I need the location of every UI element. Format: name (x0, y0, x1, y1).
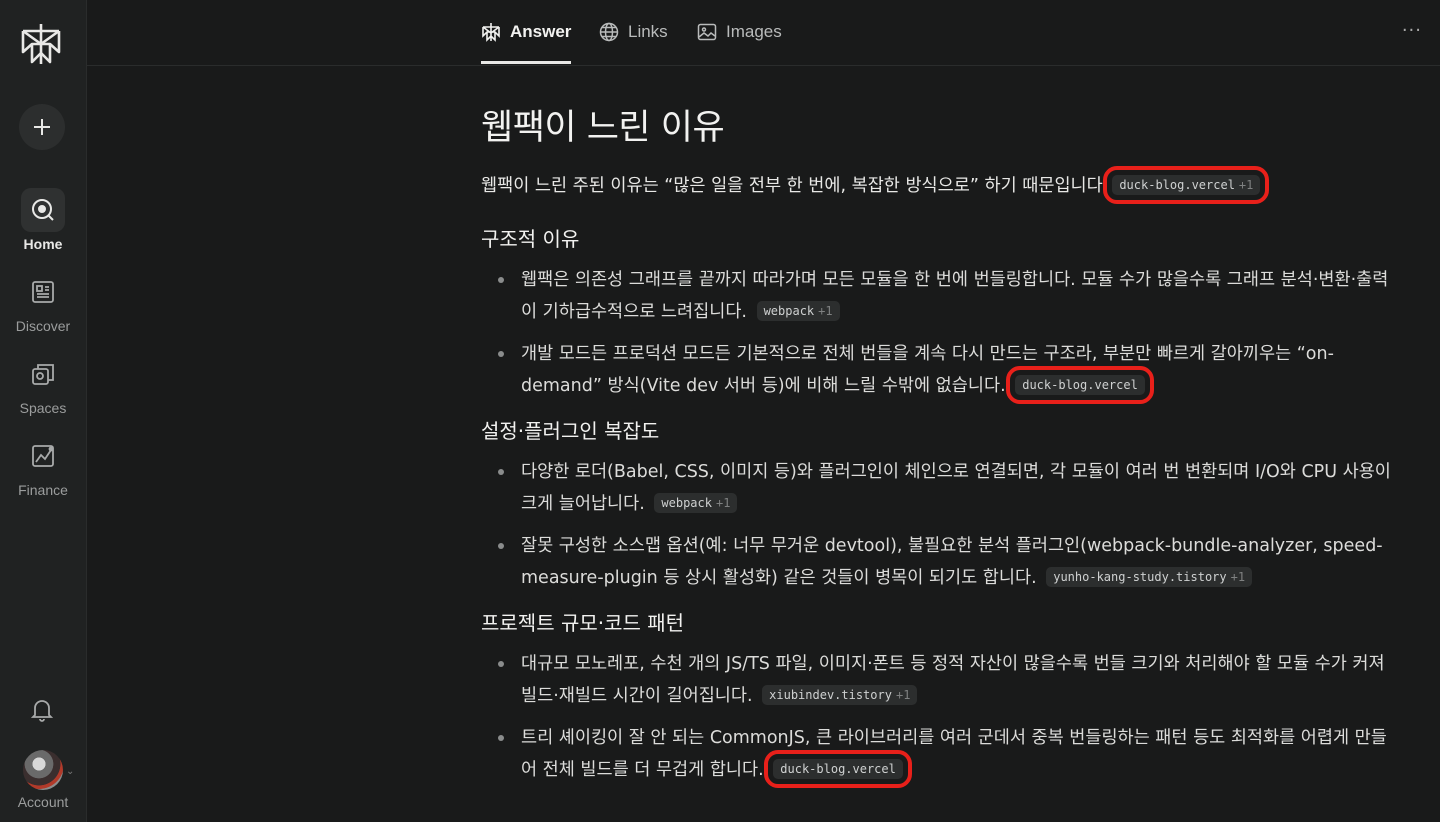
list-item: 트리 셰이킹이 잘 안 되는 CommonJS, 큰 라이브러리를 여러 군데서… (481, 722, 1393, 788)
sidebar-item-label: Finance (18, 482, 68, 498)
list-item: 잘못 구성한 소스맵 옵션(예: 너무 무거운 devtool), 불필요한 분… (481, 530, 1393, 594)
citation-source: yunho-kang-study.tistory (1053, 570, 1227, 584)
section-heading: 구조적 이유 (481, 227, 580, 251)
citation-badge[interactable]: yunho-kang-study.tistory +1 (1046, 567, 1253, 587)
tab-answer[interactable]: Answer (481, 0, 572, 64)
discover-icon (32, 281, 54, 303)
image-icon (697, 23, 717, 41)
chevron-down-icon: ⌄ (66, 766, 75, 777)
sidebar-item-label: Discover (15, 318, 71, 334)
bullet-list: 다양한 로더(Babel, CSS, 이미지 등)와 플러그인이 체인으로 연결… (481, 456, 1393, 594)
bullet-text: 웹팩은 의존성 그래프를 끝까지 따라가며 모든 모듈을 한 번에 번들링합니다… (521, 270, 1389, 322)
more-options-icon[interactable]: ··· (1402, 20, 1422, 41)
bell-icon[interactable] (31, 698, 53, 722)
citation-extra: +1 (818, 304, 833, 318)
bullet-list: 대규모 모노레포, 수천 개의 JS/TS 파일, 이미지·폰트 등 정적 자산… (481, 648, 1393, 788)
tab-images[interactable]: Images (697, 0, 782, 64)
citation-badge[interactable]: duck-blog.vercel (1006, 366, 1154, 404)
sidebar-item-label: Home (23, 236, 63, 252)
avatar[interactable] (23, 750, 63, 790)
citation-source: duck-blog.vercel (1119, 178, 1235, 192)
account-label: Account (17, 794, 69, 810)
sidebar-item-home[interactable]: Home (0, 188, 86, 252)
citation-source: xiubindev.tistory (769, 688, 892, 702)
citation-extra: +1 (1238, 178, 1254, 192)
home-search-icon (32, 199, 54, 221)
citation-source: duck-blog.vercel (780, 762, 896, 776)
citation-badge[interactable]: duck-blog.vercel +1 (1103, 166, 1270, 204)
bullet-text: 개발 모드든 프로덕션 모드든 기본적으로 전체 번들을 계속 다시 만드는 구… (521, 344, 1334, 396)
list-item: 다양한 로더(Babel, CSS, 이미지 등)와 플러그인이 체인으로 연결… (481, 456, 1393, 520)
list-item: 개발 모드든 프로덕션 모드든 기본적으로 전체 번들을 계속 다시 만드는 구… (481, 338, 1393, 404)
citation-badge[interactable]: webpack +1 (756, 301, 840, 321)
answer-title: 웹팩이 느린 이유 (481, 108, 725, 148)
answer-content: 웹팩이 느린 이유 웹팩이 느린 주된 이유는 “많은 일을 전부 한 번에, … (481, 100, 1393, 796)
citation-badge[interactable]: webpack +1 (654, 493, 738, 513)
tab-links[interactable]: Links (599, 0, 668, 64)
bullet-list: 웹팩은 의존성 그래프를 끝까지 따라가며 모든 모듈을 한 번에 번들링합니다… (481, 264, 1393, 404)
account-menu[interactable]: ⌄ Account (0, 750, 86, 810)
bullet-text: 트리 셰이킹이 잘 안 되는 CommonJS, 큰 라이브러리를 여러 군데서… (521, 728, 1387, 780)
intro-text: 웹팩이 느린 주된 이유는 “많은 일을 전부 한 번에, 복잡한 방식으로” … (481, 176, 1103, 196)
perplexity-logo-icon[interactable] (20, 22, 62, 66)
sidebar-item-discover[interactable]: Discover (0, 270, 86, 334)
sidebar-item-spaces[interactable]: Spaces (0, 352, 86, 416)
citation-badge[interactable]: xiubindev.tistory +1 (762, 685, 918, 705)
citation-extra: +1 (895, 688, 911, 702)
tab-label: Images (726, 22, 782, 41)
tab-label: Links (628, 22, 668, 41)
globe-icon (599, 22, 619, 42)
citation-source: webpack (763, 304, 815, 318)
sidebar: Home Discover Spaces Finance ⌄ Account (0, 0, 87, 822)
new-thread-button[interactable] (19, 104, 65, 150)
citation-extra: +1 (1230, 570, 1246, 584)
spaces-icon (32, 364, 54, 385)
bullet-text: 다양한 로더(Babel, CSS, 이미지 등)와 플러그인이 체인으로 연결… (521, 462, 1391, 514)
tab-label: Answer (510, 22, 572, 41)
citation-extra: +1 (715, 496, 731, 510)
finance-icon (32, 445, 54, 467)
answer-intro: 웹팩이 느린 주된 이유는 “많은 일을 전부 한 번에, 복잡한 방식으로” … (481, 166, 1393, 204)
sidebar-item-label: Spaces (19, 400, 67, 416)
plus-icon (34, 119, 50, 135)
sidebar-item-finance[interactable]: Finance (0, 434, 86, 498)
list-item: 웹팩은 의존성 그래프를 끝까지 따라가며 모든 모듈을 한 번에 번들링합니다… (481, 264, 1393, 328)
bullet-text: 대규모 모노레포, 수천 개의 JS/TS 파일, 이미지·폰트 등 정적 자산… (521, 654, 1385, 706)
citation-badge[interactable]: duck-blog.vercel (764, 750, 912, 788)
answer-tabs-bar: Answer Links Images ··· (87, 0, 1440, 66)
citation-source: duck-blog.vercel (1022, 378, 1138, 392)
section-heading: 설정·플러그인 복잡도 (481, 419, 660, 443)
bullet-text: 잘못 구성한 소스맵 옵션(예: 너무 무거운 devtool), 불필요한 분… (521, 536, 1383, 588)
section-heading: 프로젝트 규모·코드 패턴 (481, 611, 685, 635)
list-item: 대규모 모노레포, 수천 개의 JS/TS 파일, 이미지·폰트 등 정적 자산… (481, 648, 1393, 712)
citation-source: webpack (661, 496, 712, 510)
answer-icon (482, 23, 500, 42)
